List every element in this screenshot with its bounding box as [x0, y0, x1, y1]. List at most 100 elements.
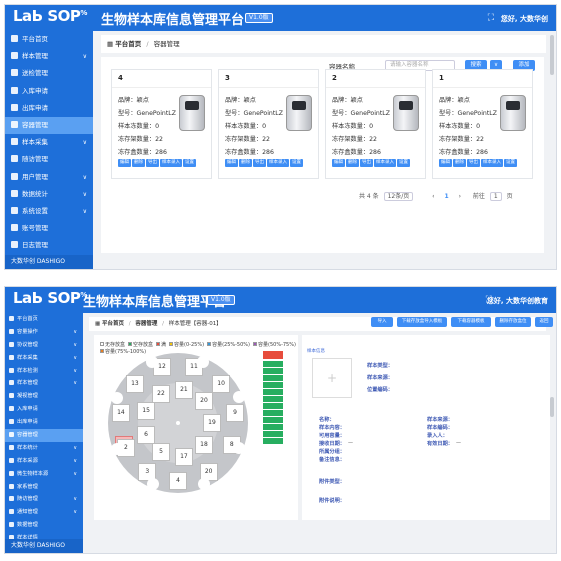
card-action-button[interactable]: 设置 [183, 159, 196, 167]
sidebar-item[interactable]: 样本采集 ∨ [5, 352, 83, 365]
card-action-button[interactable]: 导出 [253, 159, 266, 167]
toolbar-button[interactable]: 下载容器模板 [451, 317, 491, 327]
card-action-button[interactable]: 样本录入 [481, 159, 503, 167]
container-card[interactable]: 4 品牌：颖点 型号：GenePointLZ 样本冻数量：0 冻存架数量：22 冻存盒数量… [111, 69, 212, 179]
scrollbar[interactable] [550, 35, 554, 75]
rack-slot[interactable]: 5 [152, 443, 170, 462]
rack-slot[interactable]: 20 [195, 392, 213, 411]
sidebar-item[interactable]: 样本采集 ∨ [5, 134, 93, 151]
page-unit: 页 [506, 193, 513, 200]
toolbar-button[interactable]: 导入 [371, 317, 393, 327]
sidebar-item[interactable]: 随访管理 ∨ [5, 493, 83, 506]
card-action-button[interactable]: 设置 [397, 159, 410, 167]
photo-placeholder[interactable]: + [312, 358, 352, 398]
card-action-button[interactable]: 样本录入 [267, 159, 289, 167]
card-action-button[interactable]: 设置 [290, 159, 303, 167]
container-card[interactable]: 2 品牌：颖点 型号：GenePointLZ 样本冻数量：0 冻存架数量：22 冻存盒数量… [325, 69, 426, 179]
toolbar-button[interactable]: 返回 [535, 317, 553, 327]
rack-slot[interactable]: 21 [174, 380, 193, 399]
sidebar-item[interactable]: 出库申请 [5, 100, 93, 117]
sidebar-item[interactable]: 系统设置 ∨ [5, 203, 93, 220]
sidebar-item[interactable]: 入库申请 [5, 403, 83, 416]
rack-slot[interactable]: 17 [174, 447, 193, 466]
sidebar-item[interactable]: 样本采源 ∨ [5, 455, 83, 468]
column-cell[interactable] [263, 396, 283, 402]
sidebar-item[interactable]: 微生物样本源 ∨ [5, 468, 83, 481]
sidebar-item[interactable]: 数据统计 ∨ [5, 186, 93, 203]
sidebar-item[interactable]: 凝视管理 [5, 390, 83, 403]
sidebar-item[interactable]: 样本统计 ∨ [5, 442, 83, 455]
rack-slot[interactable]: 13 [125, 375, 144, 394]
column-cell[interactable] [263, 382, 283, 388]
container-card[interactable]: 3 品牌：颖点 型号：GenePointLZ 样本冻数量：0 冻存架数量：22 冻存盒数量… [218, 69, 319, 179]
card-action-button[interactable]: 编辑 [439, 159, 452, 167]
rack-slot[interactable]: 9 [226, 403, 245, 422]
column-cell[interactable] [263, 417, 283, 423]
page-number[interactable]: 1 [444, 193, 448, 200]
card-action-button[interactable]: 导出 [146, 159, 159, 167]
column-cell[interactable] [263, 368, 283, 374]
sidebar-item[interactable]: 出库申请 [5, 416, 83, 429]
sidebar-item[interactable]: 平台首页 [5, 313, 83, 326]
sidebar-item[interactable]: 样本检测 ∨ [5, 365, 83, 378]
card-action-button[interactable]: 样本录入 [374, 159, 396, 167]
sidebar-item[interactable]: 容器管理 [5, 429, 83, 442]
user-greeting[interactable]: 您好, 大数华创教育 [487, 296, 548, 306]
sidebar-item[interactable]: 用户管理 ∨ [5, 169, 93, 186]
toolbar-button[interactable]: 下载存放盒导入模板 [397, 317, 447, 327]
sidebar-item[interactable]: 通知管理 ∨ [5, 506, 83, 519]
sidebar-item[interactable]: 家系管理 [5, 481, 83, 494]
sidebar-item[interactable]: 样本管理 ∨ [5, 48, 93, 65]
card-action-button[interactable]: 删除 [132, 159, 145, 167]
rack-slot[interactable]: 18 [195, 435, 213, 454]
sidebar-item[interactable]: 平台首页 [5, 31, 93, 48]
container-card[interactable]: 1 品牌：颖点 型号：GenePointLZ 样本冻数量：0 冻存架数量：22 冻存盒数量… [432, 69, 533, 179]
column-cell[interactable] [263, 431, 283, 437]
sidebar-item[interactable]: 送检管理 [5, 65, 93, 82]
breadcrumb-mid[interactable]: 容器管理 [135, 321, 157, 327]
card-action-button[interactable]: 设置 [504, 159, 517, 167]
sidebar-item[interactable]: 随访管理 [5, 151, 93, 168]
column-cell[interactable] [263, 438, 283, 444]
rack-slot[interactable]: 15 [137, 402, 156, 421]
column-cell[interactable] [263, 389, 283, 395]
user-greeting[interactable]: 您好, 大数华创 [501, 14, 548, 24]
card-action-button[interactable]: 导出 [360, 159, 373, 167]
rack-slot[interactable]: 4 [169, 472, 187, 490]
rack-slot[interactable]: 14 [111, 403, 130, 422]
next-page-icon[interactable]: › [459, 193, 461, 200]
card-action-button[interactable]: 编辑 [118, 159, 131, 167]
card-action-button[interactable]: 编辑 [332, 159, 345, 167]
card-action-button[interactable]: 删除 [453, 159, 466, 167]
sidebar-item[interactable]: 日志管理 [5, 237, 93, 254]
sidebar-item[interactable]: 容器管理 [5, 116, 93, 135]
column-cell[interactable] [263, 410, 283, 416]
toolbar-button[interactable]: 删除存放盒位 [495, 317, 531, 327]
breadcrumb-home[interactable]: 平台首页 [115, 40, 141, 48]
sidebar-item[interactable]: 入库申请 [5, 83, 93, 100]
sidebar-item[interactable]: 样本管理 ∨ [5, 377, 83, 390]
card-action-button[interactable]: 导出 [467, 159, 480, 167]
goto-input[interactable]: 1 [489, 192, 502, 201]
card-action-button[interactable]: 删除 [239, 159, 252, 167]
rack-slot[interactable]: 10 [212, 375, 231, 394]
rack-slot[interactable]: 22 [152, 384, 170, 403]
column-cell[interactable] [263, 375, 283, 381]
rack-slot[interactable]: 19 [203, 414, 221, 432]
card-action-button[interactable]: 编辑 [225, 159, 238, 167]
page-size-select[interactable]: 12条/页 [383, 192, 414, 201]
prev-page-icon[interactable]: ‹ [432, 193, 434, 200]
column-cell[interactable] [263, 424, 283, 430]
card-action-button[interactable]: 样本录入 [160, 159, 182, 167]
sidebar-item[interactable]: 数据管理 [5, 519, 83, 532]
sidebar-item[interactable]: 账号管理 [5, 220, 93, 237]
breadcrumb-home[interactable]: 平台首页 [102, 321, 124, 327]
column-cell[interactable] [263, 361, 283, 367]
column-cell[interactable] [263, 403, 283, 409]
rack-slot[interactable]: 6 [137, 425, 156, 444]
card-action-button[interactable]: 删除 [346, 159, 359, 167]
fullscreen-icon[interactable]: ⛶ [488, 13, 494, 23]
scrollbar[interactable] [550, 397, 554, 417]
sidebar-item[interactable]: 协议管理 ∨ [5, 339, 83, 352]
sidebar-item[interactable]: 容量操作 ∨ [5, 326, 83, 339]
